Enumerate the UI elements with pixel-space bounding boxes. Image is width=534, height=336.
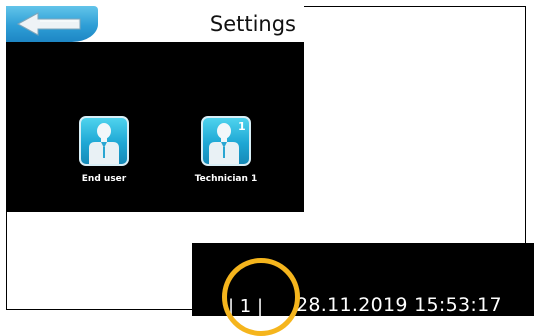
date-time-display: 28.11.2019 15:53:17: [296, 294, 502, 316]
technician-user-icon: 1: [201, 116, 251, 166]
settings-panel: Settings End user 1 Technician 1: [6, 6, 304, 212]
page-title: Settings: [209, 12, 296, 36]
end-user-icon: [79, 116, 129, 166]
technician-1-label: Technician 1: [194, 174, 258, 184]
back-arrow-icon: [16, 12, 81, 36]
status-bar: | 1 | 28.11.2019 15:53:17: [192, 243, 534, 317]
page-indicator[interactable]: | 1 |: [228, 297, 263, 317]
end-user-label: End user: [81, 174, 127, 184]
technician-badge: 1: [238, 120, 246, 133]
back-button[interactable]: [6, 6, 98, 42]
end-user-button[interactable]: End user: [69, 116, 139, 185]
title-bar: Settings: [6, 6, 304, 44]
technician-1-button[interactable]: 1 Technician 1: [191, 116, 261, 185]
